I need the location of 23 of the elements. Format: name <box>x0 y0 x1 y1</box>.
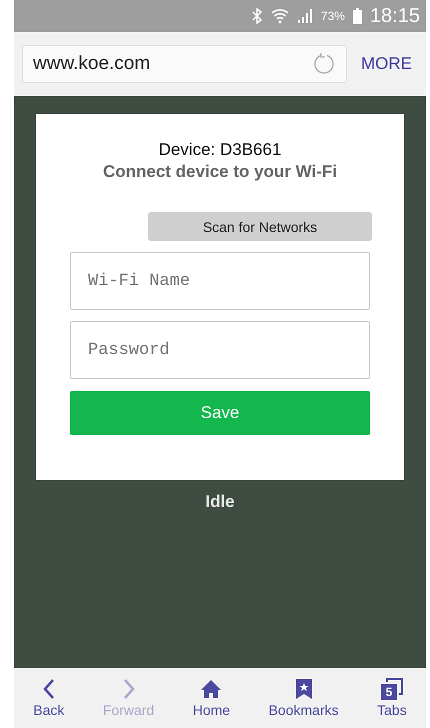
wifi-icon <box>270 8 289 24</box>
subtitle: Connect device to your Wi-Fi <box>102 162 338 182</box>
nav-button[interactable]: Back <box>29 678 68 718</box>
signal-icon <box>296 8 313 24</box>
nav-button[interactable]: 5 Tabs <box>373 678 411 718</box>
bluetooth-icon <box>250 8 263 24</box>
status-text: Idle <box>205 492 235 512</box>
address-bar[interactable]: www.koe.com <box>22 45 347 83</box>
battery-percent: 73% <box>320 9 345 23</box>
bookmark-icon <box>294 678 313 700</box>
clock-time: 18:15 <box>370 4 420 28</box>
chevron-right-icon <box>122 678 136 700</box>
home-icon <box>200 678 222 700</box>
battery-icon <box>352 8 362 24</box>
reload-icon[interactable] <box>312 52 336 76</box>
nav-button[interactable]: Bookmarks <box>264 678 343 718</box>
password-field[interactable]: Password <box>70 321 370 379</box>
more-button[interactable]: MORE <box>355 54 418 74</box>
nav-button[interactable]: Home <box>188 678 234 718</box>
chevron-left-icon <box>42 678 56 700</box>
scan-button[interactable]: Scan for Networks <box>148 212 372 241</box>
device-title: Device: D3B661 <box>158 140 282 160</box>
wifi-name-field[interactable]: Wi-Fi Name <box>70 252 370 310</box>
